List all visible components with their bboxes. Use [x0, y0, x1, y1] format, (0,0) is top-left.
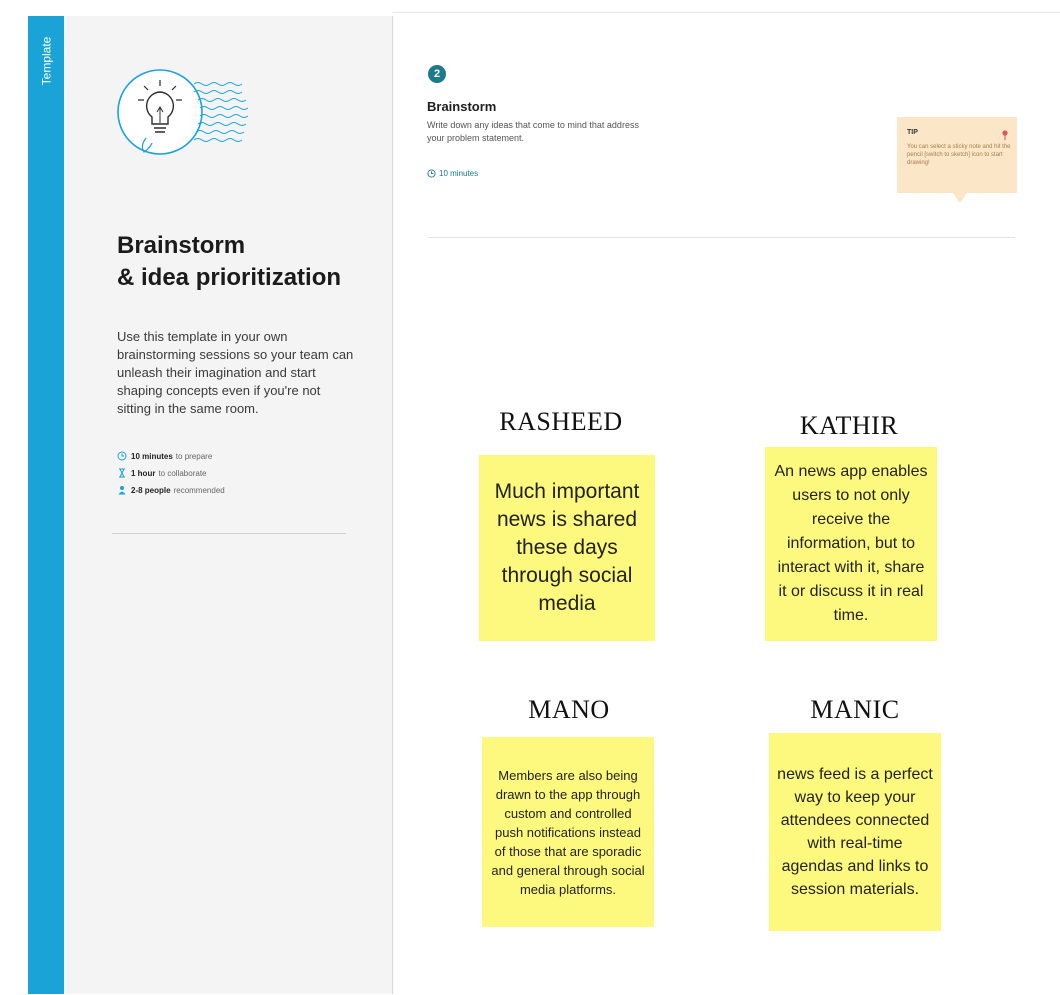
- sticky-note-kathir[interactable]: An news app enables users to not only re…: [765, 447, 937, 641]
- template-tab-label: Template: [39, 36, 54, 86]
- idea-author-mano: MANO: [528, 695, 610, 724]
- meta-collaborate-value: 1 hour: [131, 468, 156, 478]
- lightbulb-icon: [108, 56, 258, 171]
- meta-prepare-value: 10 minutes: [131, 451, 173, 461]
- meta-collaborate: 1 hour to collaborate: [117, 467, 377, 479]
- meta-prepare-suffix: to prepare: [175, 451, 213, 461]
- sticky-note-mano[interactable]: Members are also being drawn to the app …: [482, 737, 654, 927]
- page-title-line2: & idea prioritization: [117, 264, 342, 291]
- sticky-note-text: Much important news is shared these days…: [494, 480, 640, 615]
- template-description: Use this template in your own brainstorm…: [117, 329, 354, 416]
- page-title-line1: Brainstorm: [117, 232, 246, 259]
- meta-people: 2-8 people recommended: [117, 484, 377, 496]
- idea-author-manic: MANIC: [810, 695, 900, 724]
- panel-divider: [112, 533, 346, 534]
- idea-author-rasheed: RASHEED: [499, 407, 623, 436]
- tip-card[interactable]: TIP You can select a sticky note and hit…: [897, 117, 1017, 203]
- step-duration-text: 10 minutes: [439, 169, 479, 178]
- person-icon: [118, 486, 126, 495]
- template-tab[interactable]: Template: [28, 16, 64, 106]
- board-divider: [429, 237, 1015, 238]
- intro-panel: Brainstorm & idea prioritization Use thi…: [64, 16, 393, 994]
- step-duration: 10 minutes: [427, 169, 478, 178]
- sticky-note-manic[interactable]: news feed is a perfect way to keep your …: [769, 733, 941, 931]
- meta-prepare: 10 minutes to prepare: [117, 450, 377, 462]
- page-title: Brainstorm & idea prioritization: [117, 230, 387, 294]
- sticky-note-text: An news app enables users to not only re…: [774, 463, 928, 624]
- tip-label: TIP: [907, 129, 918, 136]
- step-description: Write down any ideas that come to mind t…: [427, 120, 639, 143]
- clock-icon: [427, 169, 436, 178]
- template-rail: Template: [28, 16, 64, 994]
- clock-icon: [117, 451, 127, 461]
- idea-author-kathir: KATHIR: [799, 411, 899, 440]
- tip-text: You can select a sticky note and hit the…: [907, 144, 1011, 166]
- meta-collaborate-suffix: to collaborate: [158, 468, 207, 478]
- hourglass-icon: [119, 468, 125, 478]
- brainstorm-board[interactable]: 2 Brainstorm Write down any ideas that c…: [393, 12, 1060, 995]
- step-number-badge: 2: [428, 65, 446, 83]
- template-meta-list: 10 minutes to prepare 1 hour to collabor…: [117, 450, 377, 501]
- sticky-note-rasheed[interactable]: Much important news is shared these days…: [479, 455, 655, 641]
- meta-people-suffix: recommended: [173, 485, 225, 495]
- meta-people-value: 2-8 people: [131, 485, 171, 495]
- sticky-note-text: news feed is a perfect way to keep your …: [777, 766, 933, 898]
- sticky-note-text: Members are also being drawn to the app …: [491, 767, 645, 897]
- step-title: Brainstorm: [427, 99, 497, 114]
